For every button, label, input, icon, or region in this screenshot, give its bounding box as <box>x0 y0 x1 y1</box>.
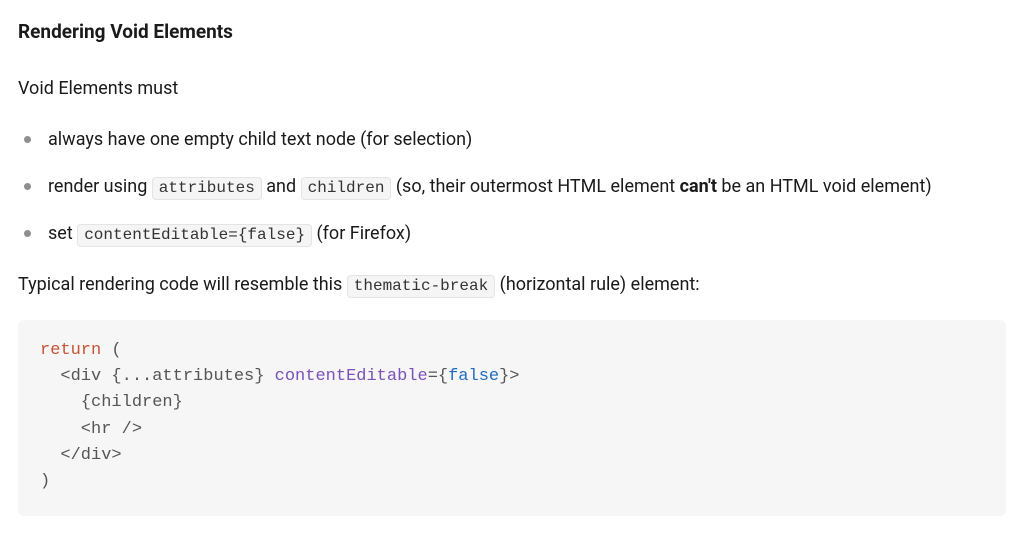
lead-text: Typical rendering code will resemble thi… <box>18 271 1006 298</box>
inline-code: thematic-break <box>347 275 495 298</box>
intro-text: Void Elements must <box>18 75 1006 102</box>
list-item-text: and <box>262 176 301 197</box>
list-item: render using attributes and children (so… <box>18 173 1006 200</box>
code-block: return ( <div {...attributes} contentEdi… <box>18 320 1006 516</box>
code-token-attr: contentEditable <box>275 367 428 386</box>
section-heading: Rendering Void Elements <box>18 18 1006 47</box>
lead-after: (horizontal rule) element: <box>495 274 699 295</box>
list-item-text: be an HTML void element) <box>717 176 932 197</box>
lead-before: Typical rendering code will resemble thi… <box>18 274 347 295</box>
code-token-keyword: return <box>40 341 101 360</box>
inline-code: children <box>301 177 392 200</box>
list-item-text: (for Firefox) <box>312 223 411 244</box>
requirements-list: always have one empty child text node (f… <box>18 126 1006 247</box>
code-token-punct: ( <box>101 341 121 360</box>
code-token-text: {children} <box>40 393 183 412</box>
code-token-space <box>264 367 274 386</box>
code-token-punct: { <box>438 367 448 386</box>
list-item: always have one empty child text node (f… <box>18 126 1006 153</box>
list-item-text: (so, their outermost HTML element <box>391 176 679 197</box>
code-token-tag: <div <box>40 367 111 386</box>
list-item: set contentEditable={false} (for Firefox… <box>18 220 1006 247</box>
list-item-text: set <box>48 223 77 244</box>
code-token-punct: }> <box>499 367 519 386</box>
code-token-punct: ) <box>40 472 50 491</box>
inline-code: contentEditable={false} <box>77 224 312 247</box>
list-item-text: always have one empty child text node (f… <box>48 129 472 150</box>
list-item-text: render using <box>48 176 152 197</box>
code-token-tag: </div> <box>40 446 122 465</box>
code-token-punct: {...attributes} <box>111 367 264 386</box>
inline-code: attributes <box>152 177 262 200</box>
code-token-tag: <hr /> <box>40 420 142 439</box>
code-token-punct: = <box>428 367 438 386</box>
code-token-bool: false <box>448 367 499 386</box>
bold-text: can't <box>680 176 717 197</box>
